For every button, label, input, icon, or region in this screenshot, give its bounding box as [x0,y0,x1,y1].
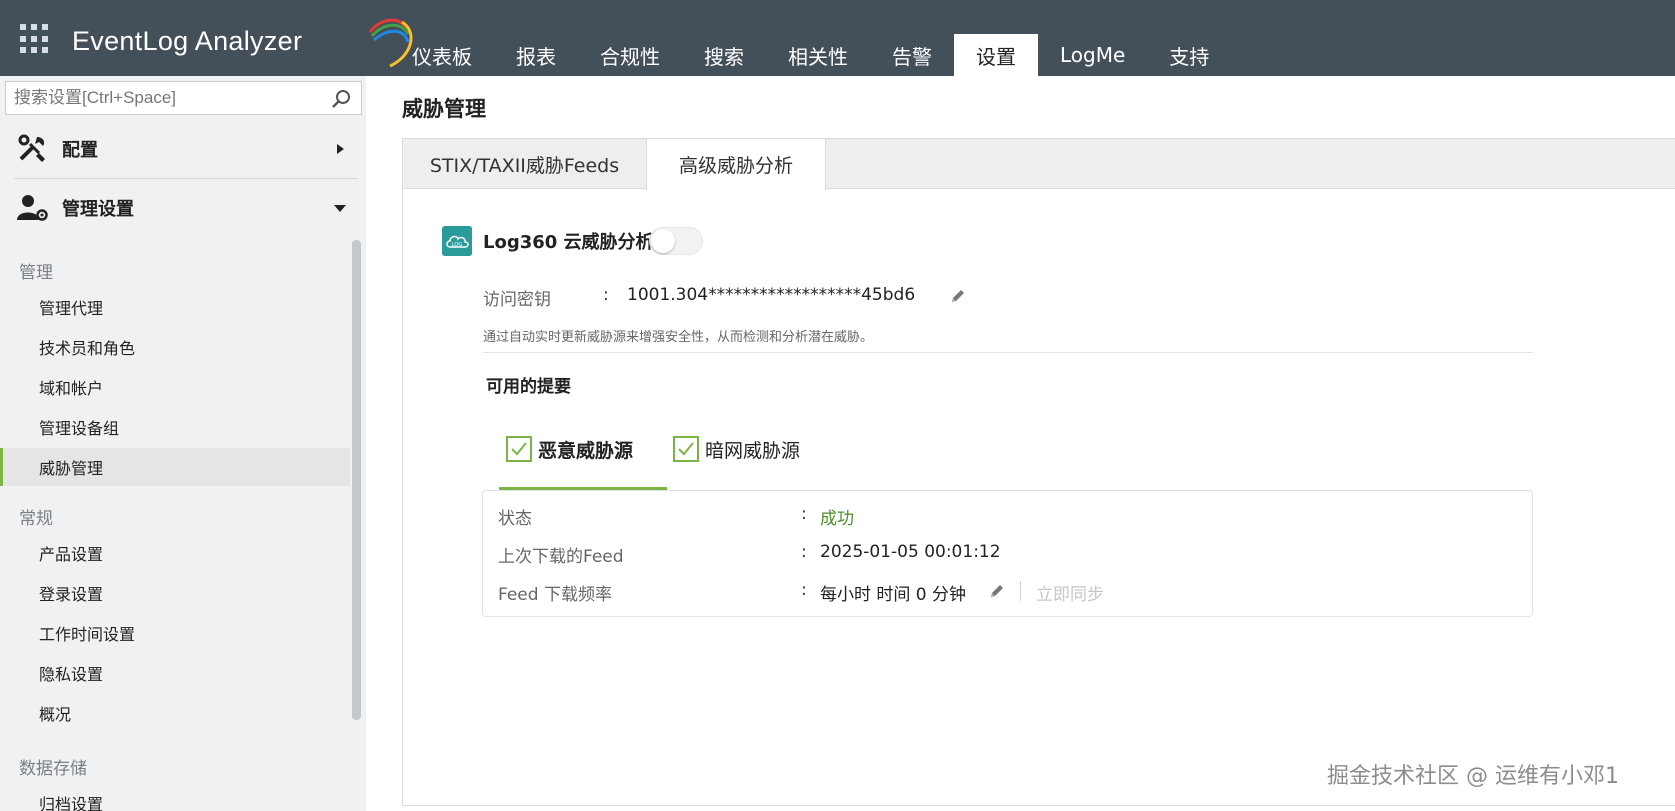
last-download-value: 2025-01-05 00:01:12 [820,542,1001,562]
settings-search-input[interactable] [6,82,316,114]
watermark: 掘金技术社区 @ 运维有小邓1 [1327,764,1619,789]
sidebar-item-technicians-roles[interactable]: 技术员和角色 [0,328,350,366]
access-key-value: 1001.304******************45bd6 [627,285,916,305]
sidebar-item-archive-settings[interactable]: 归档设置 [0,784,350,811]
description-text: 通过自动实时更新威胁源来增强安全性，从而检测和分析潜在威胁。 [483,330,874,345]
edit-access-key-icon[interactable] [949,287,967,305]
menu-config[interactable]: 配置 [0,120,358,178]
sidebar-item-device-groups[interactable]: 管理设备组 [0,408,350,446]
sidebar-item-threat-management[interactable]: 威胁管理 [0,448,350,486]
nav-settings[interactable]: 设置 [954,34,1038,76]
tab-stix-taxii[interactable]: STIX/TAXII威胁Feeds [403,139,646,189]
feed-tab-darkweb[interactable]: 暗网威胁源 [673,429,800,469]
cloud-threat-analytics-toggle[interactable] [649,227,703,255]
nav-alerts[interactable]: 告警 [870,34,954,76]
feed-tab-darkweb-label: 暗网威胁源 [705,439,801,462]
section-title-manage: 管理 [19,263,53,283]
section-divider [483,352,1533,353]
access-key-label: 访问密钥 [483,290,551,310]
settings-search-box [5,81,362,115]
sidebar-item-product-settings[interactable]: 产品设置 [0,534,350,572]
tab-bar: STIX/TAXII威胁Feeds 高级威胁分析 [403,139,1675,190]
status-value: 成功 [820,509,854,529]
checkbox-malicious-feed[interactable] [506,436,532,462]
sidebar-item-overview[interactable]: 概况 [0,694,350,732]
nav-correlation[interactable]: 相关性 [766,34,870,76]
sidebar: 配置 管理设置 管理 管理代理 技术员和角色 域和帐户 管理设备组 威胁管理 常… [0,76,366,811]
caret-right-icon [337,144,344,154]
logo-text: EventLog Analyzer [72,26,303,56]
caret-down-icon [334,205,346,212]
nav-reports[interactable]: 报表 [494,34,578,76]
edit-frequency-icon[interactable] [988,582,1006,600]
sidebar-item-manage-agents[interactable]: 管理代理 [0,288,350,326]
nav-search[interactable]: 搜索 [682,34,766,76]
sidebar-item-privacy[interactable]: 隐私设置 [0,654,350,692]
last-download-colon: : [801,542,807,562]
main-nav: 仪表板 报表 合规性 搜索 相关性 告警 设置 LogMe 支持 [390,34,1231,76]
feed-tab-malicious[interactable]: 恶意威胁源 [506,429,633,469]
checkbox-darkweb-feed[interactable] [673,436,699,462]
sync-now-link[interactable]: 立即同步 [1036,580,1104,605]
feed-tab-malicious-label: 恶意威胁源 [538,439,634,462]
sidebar-item-work-hours[interactable]: 工作时间设置 [0,614,350,652]
cloud-log-icon: LOG [442,226,472,256]
menu-admin-label: 管理设置 [62,199,134,220]
status-colon: : [801,504,807,524]
feature-title: Log360 云威胁分析 [483,232,654,253]
download-frequency-label: Feed 下载频率 [498,585,612,605]
cloud-badge-text: LOG [452,242,463,248]
access-key-colon: : [603,285,609,305]
top-bar: EventLog Analyzer 仪表板 报表 合规性 搜索 相关性 告警 设… [0,0,1675,76]
check-icon [511,442,527,456]
sidebar-item-login-settings[interactable]: 登录设置 [0,574,350,612]
nav-dashboard[interactable]: 仪表板 [390,34,494,76]
download-frequency-value: 每小时 时间 0 分钟 [820,585,967,605]
tab-advanced-threat-analytics[interactable]: 高级威胁分析 [646,139,826,190]
nav-compliance[interactable]: 合规性 [578,34,682,76]
content-panel: STIX/TAXII威胁Feeds 高级威胁分析 LOG Log360 云威胁分… [402,138,1675,806]
menu-admin-settings[interactable]: 管理设置 [0,179,358,237]
menu-config-label: 配置 [62,140,98,161]
section-title-data-storage: 数据存储 [19,759,87,779]
product-logo[interactable]: EventLog Analyzer [72,18,413,68]
sidebar-item-domains-accounts[interactable]: 域和帐户 [0,368,350,406]
tools-icon [18,134,45,162]
last-download-label: 上次下载的Feed [498,547,624,567]
section-title-general: 常规 [19,509,53,529]
search-icon[interactable] [331,89,351,109]
nav-logme[interactable]: LogMe [1038,34,1147,76]
separator [1020,581,1021,601]
toggle-knob [651,229,675,253]
app-launcher-icon[interactable] [20,24,50,54]
available-feeds-heading: 可用的提要 [486,377,571,397]
nav-support[interactable]: 支持 [1147,34,1231,76]
check-icon [678,442,694,456]
page-title: 威胁管理 [402,97,486,121]
feed-status-panel: 状态 : 成功 上次下载的Feed : 2025-01-05 00:01:12 … [482,490,1533,617]
status-label: 状态 [498,509,532,529]
download-frequency-colon: : [801,580,807,600]
user-gear-icon [17,195,48,221]
sidebar-scrollbar[interactable] [352,240,361,720]
